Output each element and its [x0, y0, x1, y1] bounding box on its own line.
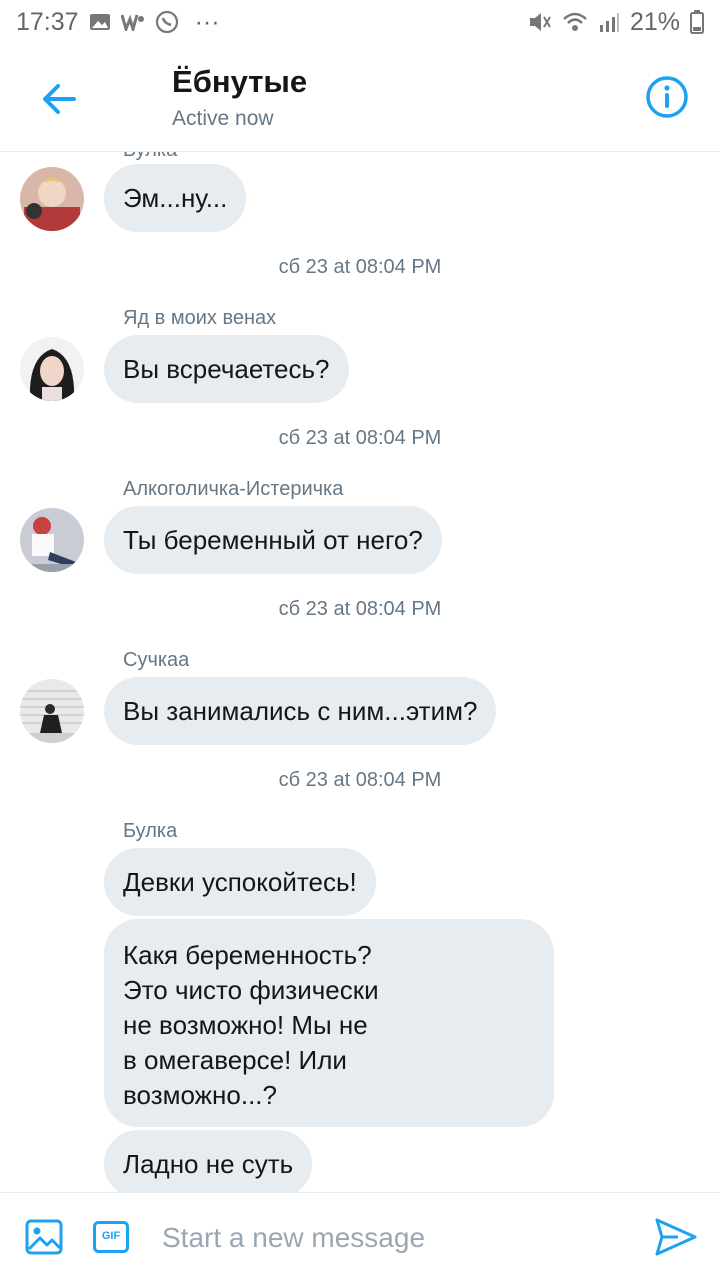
- back-arrow-icon: [43, 84, 76, 114]
- message-timestamp: сб 23 at 08:04 PM: [278, 598, 442, 620]
- status-bar-left: 17:37 ···: [16, 8, 220, 37]
- image-icon: [25, 1219, 63, 1255]
- sender-name: Алкоголичка-Истеричка: [123, 478, 344, 500]
- avatar-alkogolichka[interactable]: [20, 508, 84, 572]
- info-icon: [646, 76, 688, 118]
- sender-name: Яд в моих венах: [123, 307, 277, 329]
- sender-name: Булка: [123, 820, 178, 842]
- message-line: Какя беременность?: [123, 940, 372, 970]
- back-button[interactable]: [36, 74, 86, 124]
- message-timestamp: сб 23 at 08:04 PM: [278, 256, 442, 278]
- whatsapp-notification-icon: [155, 10, 179, 34]
- message-line: возможно...?: [123, 1080, 277, 1110]
- battery-icon: [690, 10, 704, 34]
- sender-name-partial: Булка: [123, 152, 177, 162]
- status-bar: 17:37 ··· 21%: [0, 0, 720, 44]
- conversation-header: Ёбнутые Active now: [0, 44, 720, 152]
- message-bubble[interactable]: Девки успокойтесь!: [104, 848, 376, 916]
- status-time: 17:37: [16, 7, 79, 36]
- wifi-icon: [562, 11, 588, 33]
- sender-name: Сучкаа: [123, 649, 190, 671]
- status-bar-right: 21%: [528, 8, 704, 37]
- message-bubble[interactable]: Ты беременный от него?: [104, 506, 442, 574]
- signal-icon: [598, 11, 620, 33]
- message-timestamp: сб 23 at 08:04 PM: [278, 769, 442, 791]
- avatar-bulka[interactable]: [20, 167, 84, 231]
- message-composer: GIF: [0, 1192, 720, 1280]
- add-gif-button[interactable]: GIF: [93, 1221, 129, 1253]
- message-timestamp: сб 23 at 08:04 PM: [278, 427, 442, 449]
- message-bubble-multiline[interactable]: Какя беременность? Это чисто физически н…: [104, 919, 554, 1127]
- message-line: не возможно! Мы не: [123, 1010, 368, 1040]
- send-button[interactable]: [654, 1217, 698, 1257]
- message-bubble[interactable]: Вы занимались с ним...этим?: [104, 677, 497, 745]
- gif-label: GIF: [101, 1230, 121, 1242]
- info-button[interactable]: [644, 74, 690, 120]
- message-line: в омегаверсе! Или: [123, 1045, 347, 1075]
- avatar-yad[interactable]: [20, 337, 84, 401]
- w-app-notification-icon: [120, 13, 145, 31]
- more-notifications-icon: ···: [194, 7, 220, 36]
- message-bubble[interactable]: Ладно не суть: [104, 1130, 313, 1192]
- avatar-suchkaa[interactable]: [20, 679, 84, 743]
- mute-icon: [528, 11, 552, 33]
- send-icon: [655, 1218, 697, 1256]
- message-bubble[interactable]: Вы всречаетесь?: [104, 335, 349, 403]
- message-list[interactable]: Булка Эм...ну... сб 23 at 08:04 PM Яд в …: [0, 152, 720, 1192]
- battery-percent: 21%: [629, 7, 680, 36]
- conversation-title: Ёбнутые: [172, 64, 308, 99]
- message-bubble[interactable]: Эм...ну...: [104, 164, 247, 232]
- message-input[interactable]: [160, 1211, 634, 1265]
- conversation-status: Active now: [172, 107, 274, 130]
- add-image-button[interactable]: [25, 1219, 63, 1255]
- gallery-notification-icon: [89, 13, 111, 31]
- message-line: Это чисто физически: [123, 975, 379, 1005]
